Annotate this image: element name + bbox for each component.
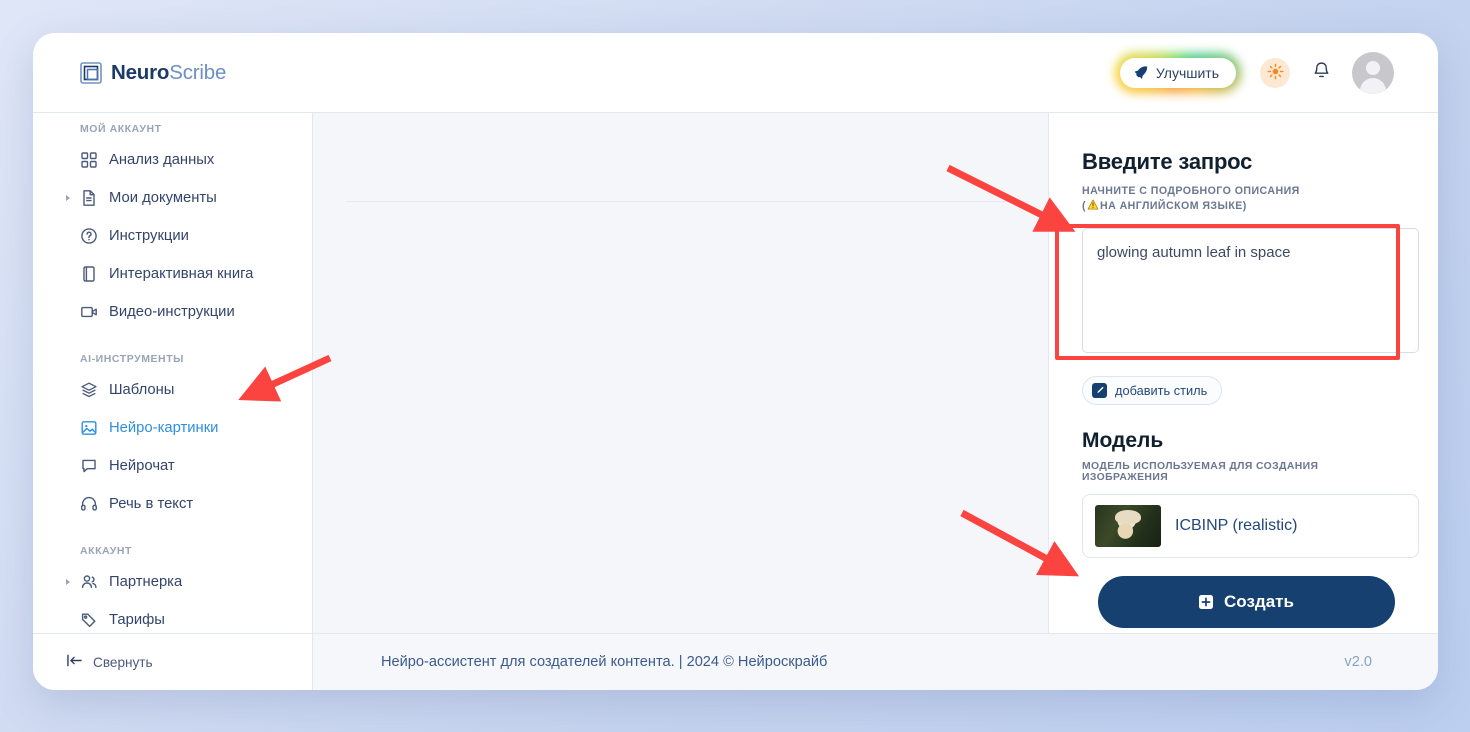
nested-squares-logo-icon	[80, 61, 102, 84]
question-circle-icon	[80, 227, 98, 245]
video-camera-icon	[80, 303, 98, 321]
sidebar-item-label: Нейрочат	[109, 458, 175, 474]
chat-bubble-icon	[80, 457, 98, 475]
model-name-label: ICBINP (realistic)	[1175, 517, 1298, 535]
bell-icon	[1312, 61, 1331, 85]
document-icon	[80, 189, 98, 207]
create-button[interactable]: Создать	[1098, 576, 1395, 628]
plus-square-icon	[1199, 595, 1214, 609]
brand-name-light: Scribe	[169, 60, 227, 84]
footer-text: Нейро-ассистент для создателей контента.…	[381, 654, 828, 670]
notifications-button[interactable]	[1309, 61, 1333, 85]
sidebar-item-rech-v-tekst[interactable]: Речь в текст	[33, 485, 312, 523]
improve-button-label: Улучшить	[1155, 64, 1219, 81]
users-icon	[80, 573, 98, 591]
sidebar-item-video-instrukcii[interactable]: Видео-инструкции	[33, 293, 312, 331]
sidebar-item-label: Мои документы	[109, 190, 217, 206]
rocket-icon	[1133, 65, 1148, 80]
sidebar-group-title-account: МОЙ АККАУНТ	[80, 123, 162, 135]
sidebar-item-shablony[interactable]: Шаблоны	[33, 371, 312, 409]
brand-logo-group[interactable]: NeuroScribe	[80, 61, 226, 85]
image-icon	[80, 419, 98, 437]
brand-name-bold: Neuro	[111, 60, 170, 84]
screen: NeuroScribe Улучшить МОЙ АККАУНТ Анализ …	[0, 0, 1470, 732]
sidebar-item-label: Нейро-картинки	[109, 420, 219, 436]
model-thumbnail	[1095, 505, 1161, 548]
grid-icon	[80, 151, 98, 169]
improve-button[interactable]: Улучшить	[1119, 57, 1236, 88]
sidebar-item-instrukcii[interactable]: Инструкции	[33, 217, 312, 255]
sidebar: МОЙ АККАУНТ Анализ данных Мои документы …	[33, 113, 313, 690]
app-footer: Нейро-ассистент для создателей контента.…	[313, 633, 1438, 690]
prompt-hint: НАЧНИТЕ С ПОДРОБНОГО ОПИСАНИЯ (НА АНГЛИЙ…	[1082, 184, 1405, 214]
sidebar-item-label: Речь в текст	[109, 496, 194, 512]
sidebar-item-partnerka[interactable]: Партнерка	[33, 563, 312, 601]
warning-triangle-icon	[1086, 199, 1100, 212]
tag-icon	[80, 611, 98, 629]
content-divider	[346, 201, 1028, 202]
prompt-hint-line2: НА АНГЛИЙСКОМ ЯЗЫКЕ)	[1099, 200, 1247, 213]
headphones-icon	[80, 495, 98, 513]
generation-panel: Введите запрос НАЧНИТЕ С ПОДРОБНОГО ОПИС…	[1048, 113, 1438, 633]
layers-icon	[80, 381, 98, 399]
prompt-input[interactable]	[1082, 228, 1419, 354]
collapse-sidebar-label: Свернуть	[93, 654, 153, 670]
footer-version: v2.0	[1344, 654, 1372, 670]
add-style-button[interactable]: добавить стиль	[1082, 376, 1223, 406]
app-header: NeuroScribe Улучшить	[33, 33, 1438, 113]
sidebar-item-tarify[interactable]: Тарифы	[33, 601, 312, 633]
create-button-label: Создать	[1224, 592, 1294, 611]
sidebar-group-title-account2: АККАУНТ	[80, 545, 132, 557]
collapse-sidebar-button[interactable]: Свернуть	[66, 653, 153, 671]
sidebar-item-label: Партнерка	[109, 574, 183, 590]
add-style-label: добавить стиль	[1115, 383, 1208, 399]
sidebar-item-label: Тарифы	[109, 612, 165, 628]
collapse-left-icon	[66, 653, 83, 671]
pencil-square-icon	[1092, 383, 1107, 399]
sidebar-footer: Свернуть	[33, 633, 312, 690]
model-card-selected[interactable]: ICBINP (realistic)	[1082, 494, 1419, 559]
sidebar-nav: МОЙ АККАУНТ Анализ данных Мои документы …	[33, 113, 312, 633]
sidebar-item-neyro-kartinki[interactable]: Нейро-картинки	[33, 409, 312, 447]
sidebar-item-label: Анализ данных	[109, 152, 215, 168]
sun-icon	[1267, 63, 1284, 83]
sidebar-item-label: Шаблоны	[109, 382, 175, 398]
theme-toggle-button[interactable]	[1260, 57, 1290, 88]
prompt-title: Введите запрос	[1082, 149, 1253, 174]
app-window: NeuroScribe Улучшить МОЙ АККАУНТ Анализ …	[33, 33, 1438, 690]
header-actions: Улучшить	[1115, 51, 1394, 94]
improve-button-glow: Улучшить	[1115, 53, 1241, 93]
prompt-hint-line1: НАЧНИТЕ С ПОДРОБНОГО ОПИСАНИЯ	[1082, 185, 1300, 197]
sidebar-item-moi-dokumenty[interactable]: Мои документы	[33, 179, 312, 217]
book-icon	[80, 265, 98, 283]
sidebar-item-label: Интерактивная книга	[109, 266, 254, 282]
chevron-right-icon	[66, 579, 70, 585]
chevron-right-icon	[66, 195, 70, 201]
sidebar-item-label: Инструкции	[109, 228, 189, 244]
main-content-area	[313, 113, 1048, 633]
sidebar-group-title-ai-tools: AI-ИНСТРУМЕНТЫ	[80, 353, 184, 365]
model-title: Модель	[1082, 429, 1164, 453]
sidebar-item-interaktivnaya-kniga[interactable]: Интерактивная книга	[33, 255, 312, 293]
avatar[interactable]	[1352, 51, 1394, 94]
sidebar-item-neyrochat[interactable]: Нейрочат	[33, 447, 312, 485]
model-subtitle: МОДЕЛЬ ИСПОЛЬЗУЕМАЯ ДЛЯ СОЗДАНИЯ ИЗОБРАЖ…	[1082, 461, 1319, 484]
brand-name: NeuroScribe	[111, 61, 226, 85]
sidebar-item-analiz-dannyh[interactable]: Анализ данных	[33, 141, 312, 179]
sidebar-item-label: Видео-инструкции	[109, 304, 235, 320]
